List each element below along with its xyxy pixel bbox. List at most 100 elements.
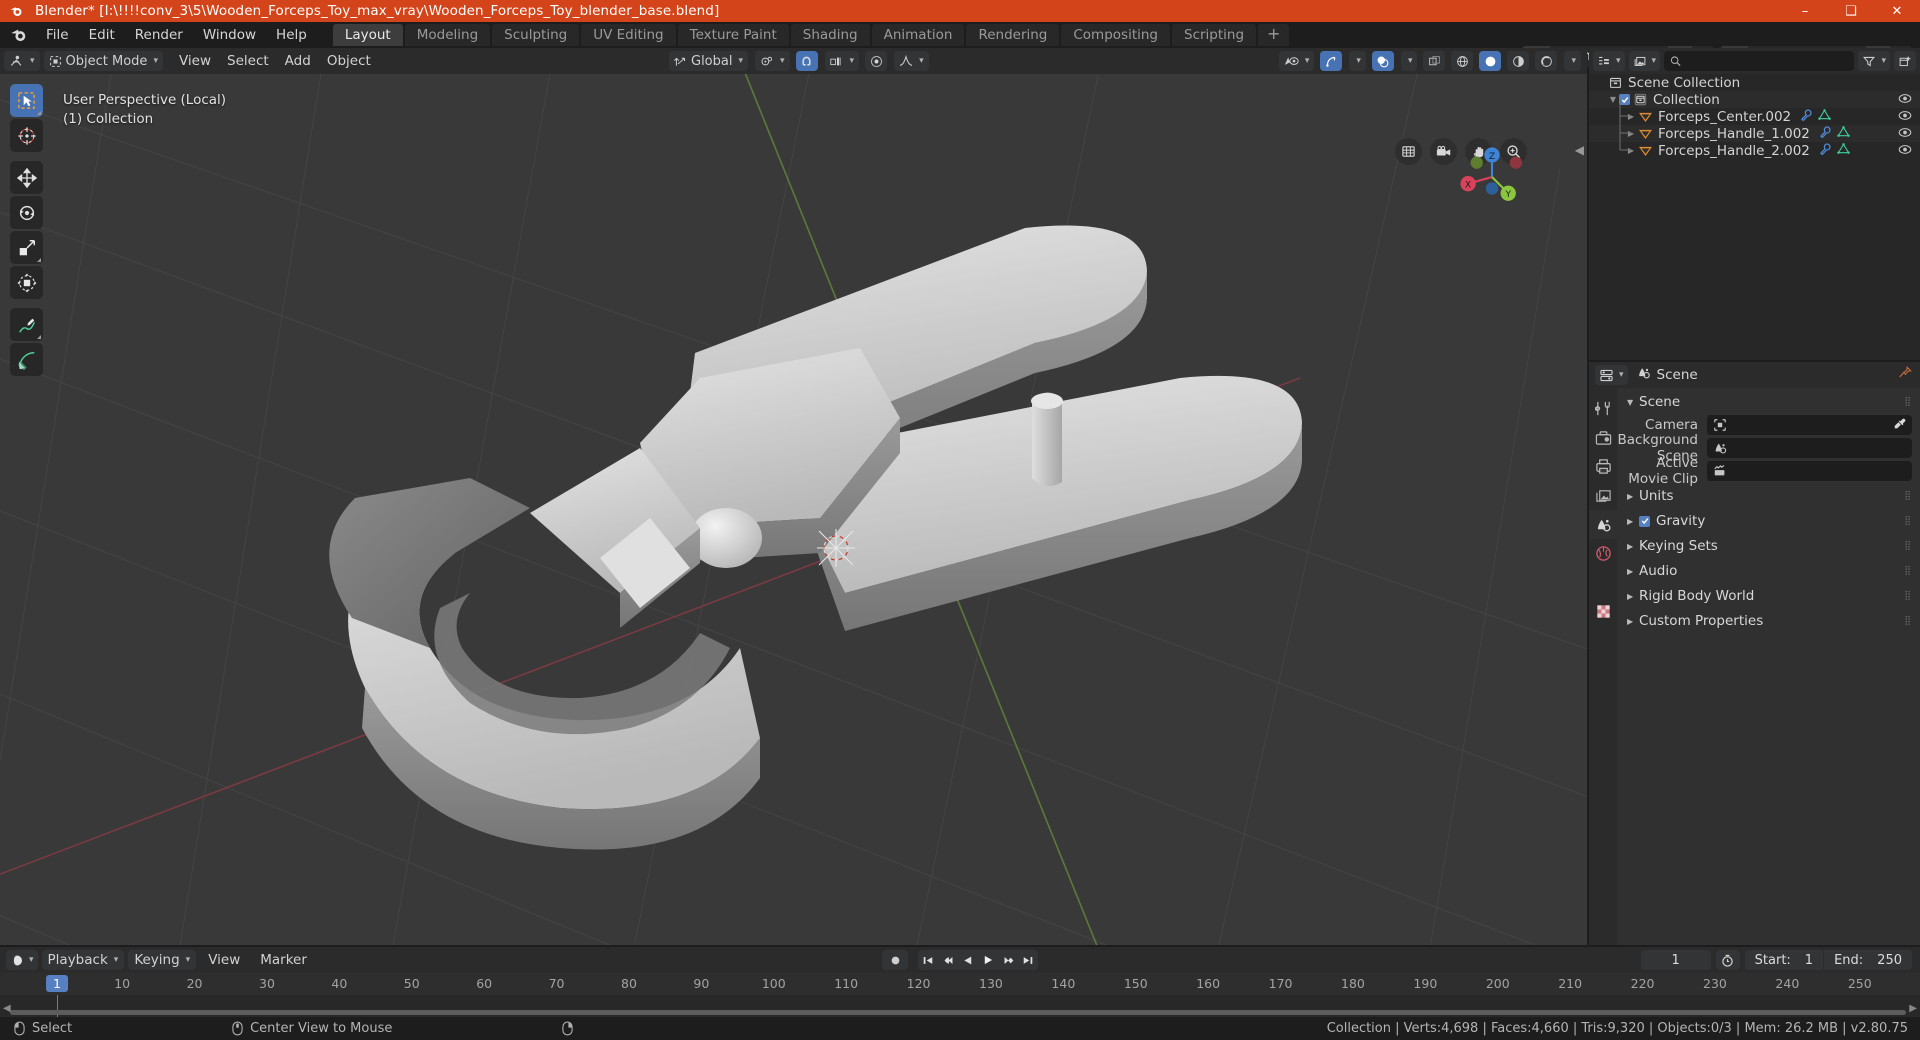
tool-transform[interactable] (10, 266, 43, 299)
visibility-selector[interactable]: ▾ (1278, 51, 1315, 71)
panel-grip-icon[interactable]: ⣿ (1904, 591, 1912, 601)
tab-compositing[interactable]: Compositing (1061, 24, 1170, 46)
outliner-row-forceps-handle-2[interactable]: ▶ Forceps_Handle_2.002 (1589, 142, 1920, 159)
expand-object-icon[interactable]: ▶ (1625, 112, 1637, 121)
jump-to-prev-keyframe-button[interactable] (938, 950, 958, 970)
use-preview-range-icon[interactable] (1715, 950, 1740, 970)
menu-window[interactable]: Window (193, 25, 266, 45)
panel-grip-icon[interactable]: ⣿ (1904, 397, 1912, 407)
tab-rendering[interactable]: Rendering (966, 24, 1060, 46)
panel-grip-icon[interactable]: ⣿ (1904, 491, 1912, 501)
collection-checkbox[interactable] (1619, 94, 1630, 105)
menu-render[interactable]: Render (125, 25, 193, 45)
proportional-falloff-selector[interactable]: ▾ (894, 51, 929, 71)
start-frame-field[interactable]: Start: 1 (1744, 950, 1824, 970)
timeline-ruler[interactable]: 1 10 20 30 40 50 60 70 80 90 100 110 120 130 140 150 160… (0, 973, 1920, 995)
tool-annotate[interactable] (10, 308, 43, 341)
units-panel-header[interactable]: ▶ Units ⣿ (1617, 486, 1920, 506)
properties-editor-type-button[interactable]: ▾ (1595, 365, 1628, 385)
jump-to-end-button[interactable] (1018, 950, 1038, 970)
rigid-body-world-panel-header[interactable]: ▶ Rigid Body World ⣿ (1617, 586, 1920, 606)
end-frame-field[interactable]: End: 250 (1824, 950, 1912, 970)
outliner-row-forceps-center[interactable]: ▶ Forceps_Center.002 (1589, 108, 1920, 125)
tab-sculpting[interactable]: Sculpting (492, 24, 580, 46)
object-visibility-eye-icon[interactable] (1898, 126, 1912, 143)
tab-scene-properties[interactable] (1589, 510, 1617, 539)
play-reverse-button[interactable] (958, 950, 978, 970)
overlays-options-dropdown[interactable]: ▾ (1400, 51, 1418, 71)
shading-material-button[interactable] (1507, 51, 1530, 71)
record-keyframes-button[interactable] (882, 950, 908, 970)
tab-layout[interactable]: Layout (332, 24, 403, 46)
pivot-point-selector[interactable]: ▾ (755, 51, 790, 71)
xray-toggle[interactable] (1423, 51, 1446, 71)
mesh-data-icon[interactable] (1818, 108, 1831, 125)
outliner-row-collection[interactable]: ▼ Collection (1589, 91, 1920, 108)
modifier-wrench-icon[interactable] (1800, 108, 1813, 125)
tab-modeling[interactable]: Modeling (404, 24, 491, 46)
outliner-row-scene-collection[interactable]: Scene Collection (1589, 74, 1920, 91)
scene-panel-header[interactable]: ▼ Scene ⣿ (1617, 392, 1920, 412)
timeline-track-area[interactable] (0, 995, 1920, 1017)
tab-uv-editing[interactable]: UV Editing (581, 24, 676, 46)
timeline-scroll-left-icon[interactable]: ◀ (3, 1003, 11, 1014)
outliner-row-forceps-handle-1[interactable]: ▶ Forceps_Handle_1.002 (1589, 125, 1920, 142)
tab-texture-properties[interactable] (1589, 597, 1617, 626)
current-frame-field[interactable]: 1 (1640, 950, 1711, 970)
tool-scale[interactable] (10, 231, 43, 264)
timeline-menu-view[interactable]: View (200, 950, 248, 970)
shading-wireframe-button[interactable] (1451, 51, 1474, 71)
mesh-data-icon[interactable] (1837, 142, 1850, 159)
modifier-wrench-icon[interactable] (1819, 142, 1832, 159)
camera-field[interactable] (1707, 414, 1912, 435)
play-button[interactable] (978, 950, 998, 970)
outliner-search-box[interactable] (1664, 51, 1855, 71)
panel-grip-icon[interactable]: ⣿ (1904, 566, 1912, 576)
outliner-display-mode-button[interactable]: ▾ (1628, 51, 1661, 71)
timeline-current-frame-indicator[interactable]: 1 (46, 975, 68, 992)
pin-id-icon[interactable] (1898, 366, 1912, 384)
overlays-toggle[interactable] (1371, 51, 1394, 71)
tool-cursor[interactable] (10, 119, 43, 152)
panel-grip-icon[interactable]: ⣿ (1904, 516, 1912, 526)
viewport-menu-view[interactable]: View (171, 51, 219, 71)
shading-rendered-button[interactable] (1535, 51, 1558, 71)
menu-file[interactable]: File (36, 25, 79, 45)
object-visibility-eye-icon[interactable] (1898, 109, 1912, 126)
transform-orientation-selector[interactable]: Global ▾ (669, 51, 749, 71)
outliner-editor-type-button[interactable]: ▾ (1593, 51, 1625, 71)
new-collection-button[interactable] (1894, 51, 1916, 71)
keying-sets-panel-header[interactable]: ▶ Keying Sets ⣿ (1617, 536, 1920, 556)
custom-properties-panel-header[interactable]: ▶ Custom Properties ⣿ (1617, 611, 1920, 631)
gizmo-toggle[interactable] (1320, 51, 1343, 71)
active-movie-clip-field[interactable] (1707, 460, 1912, 481)
modifier-wrench-icon[interactable] (1819, 125, 1832, 142)
expand-object-icon[interactable]: ▶ (1625, 129, 1637, 138)
background-scene-field[interactable] (1707, 437, 1912, 458)
timeline-scroll-right-icon[interactable]: ▶ (1909, 1003, 1917, 1014)
viewport-menu-object[interactable]: Object (319, 51, 379, 71)
gizmo-options-dropdown[interactable]: ▾ (1349, 51, 1366, 71)
mesh-data-icon[interactable] (1837, 125, 1850, 142)
tab-output-properties[interactable] (1589, 452, 1617, 481)
gravity-checkbox[interactable] (1639, 515, 1650, 527)
outliner-filter-button[interactable]: ▾ (1858, 51, 1890, 71)
tool-move[interactable] (10, 161, 43, 194)
tab-texture-paint[interactable]: Texture Paint (677, 24, 789, 46)
tab-render-properties[interactable] (1589, 423, 1617, 452)
snap-magnet-toggle[interactable] (795, 51, 818, 71)
menu-help[interactable]: Help (266, 25, 317, 45)
outliner-search-input[interactable] (1685, 53, 1849, 69)
panel-grip-icon[interactable]: ⣿ (1904, 541, 1912, 551)
playback-menu[interactable]: Playback ▾ (41, 950, 125, 970)
minimize-button[interactable]: – (1782, 0, 1828, 22)
tab-world-properties[interactable] (1589, 539, 1617, 568)
gravity-panel-header[interactable]: ▶ Gravity ⣿ (1617, 511, 1920, 531)
timeline-editor-type-button[interactable]: ▾ (6, 950, 38, 970)
shading-solid-button[interactable] (1479, 51, 1502, 71)
expand-collection-icon[interactable]: ▼ (1607, 95, 1619, 104)
close-button[interactable]: ✕ (1874, 0, 1920, 22)
jump-to-start-button[interactable] (918, 950, 938, 970)
snap-target-selector[interactable]: ▾ (824, 51, 860, 71)
viewport-menu-select[interactable]: Select (219, 51, 277, 71)
